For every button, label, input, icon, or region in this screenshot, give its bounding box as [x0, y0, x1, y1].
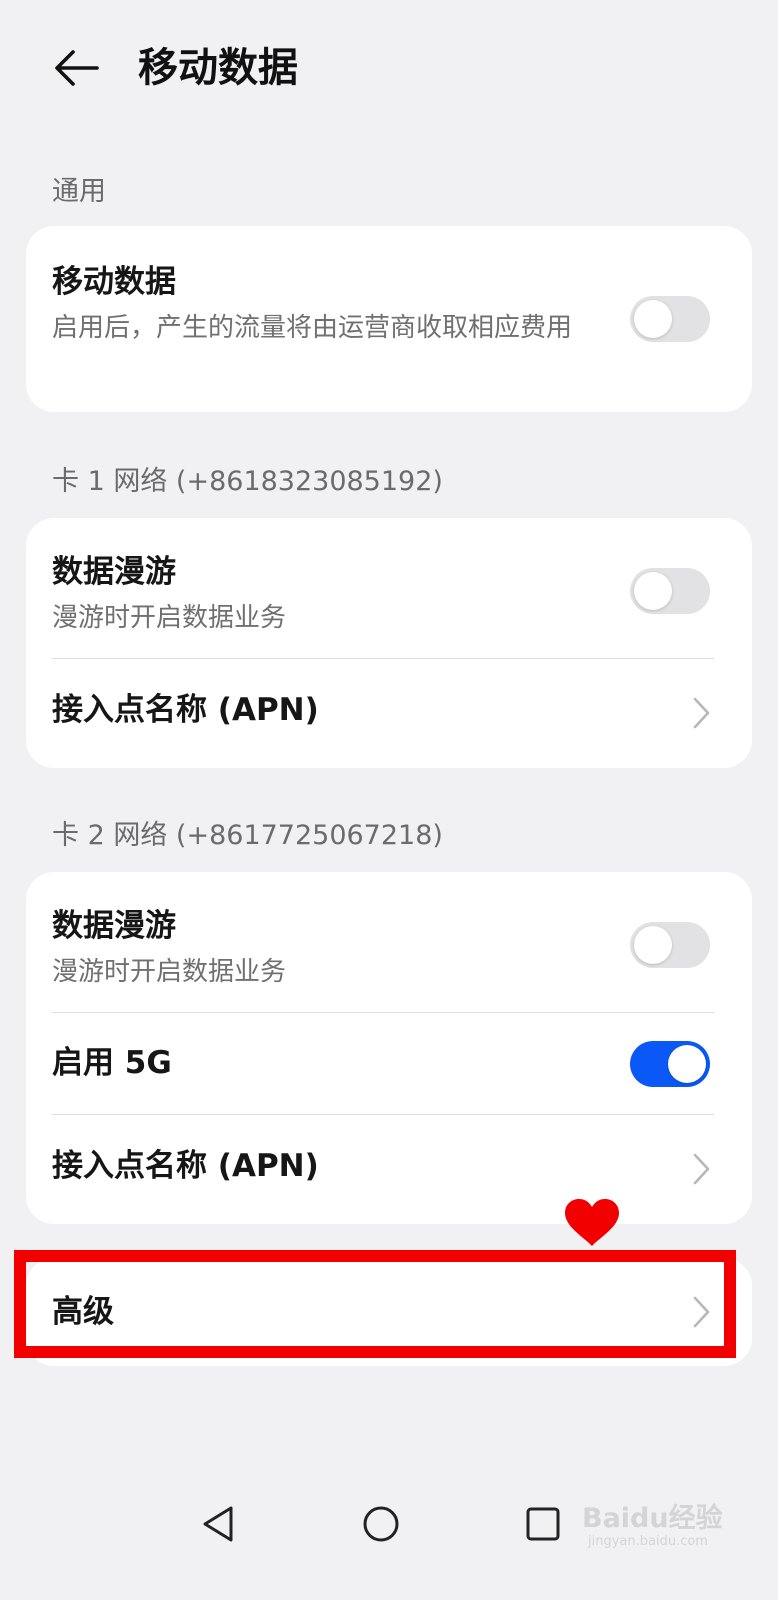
square-recents-icon: [526, 1507, 560, 1541]
toggle-knob: [634, 926, 672, 964]
baidu-watermark: Baidu经验 jingyan.baidu.com: [582, 1496, 742, 1560]
mobile-data-toggle[interactable]: [630, 296, 710, 342]
section-label-sim1: 卡 1 网络 (+8618323085192): [52, 466, 443, 497]
heart-icon: [565, 1199, 619, 1246]
sim2-data-roaming-row[interactable]: 数据漫游 漫游时开启数据业务: [26, 872, 752, 1012]
mobile-data-subtitle: 启用后，产生的流量将由运营商收取相应费用: [52, 313, 573, 343]
card-sim2: 数据漫游 漫游时开启数据业务 启用 5G 接入点名称 (APN): [26, 872, 752, 1224]
back-button[interactable]: [48, 40, 104, 96]
card-sim1: 数据漫游 漫游时开启数据业务 接入点名称 (APN): [26, 518, 752, 768]
nav-home-button[interactable]: [351, 1494, 411, 1554]
card-advanced: 高级: [26, 1258, 752, 1366]
enable-5g-row[interactable]: 启用 5G: [26, 1013, 752, 1114]
back-arrow-icon: [55, 50, 99, 86]
sim1-data-roaming-row[interactable]: 数据漫游 漫游时开启数据业务: [26, 518, 752, 658]
sim2-data-roaming-subtitle: 漫游时开启数据业务: [52, 957, 287, 987]
sim2-data-roaming-toggle[interactable]: [630, 922, 710, 968]
advanced-row[interactable]: 高级: [26, 1258, 752, 1366]
sim1-apn-title: 接入点名称 (APN): [52, 692, 319, 728]
sim1-apn-row[interactable]: 接入点名称 (APN): [26, 659, 752, 768]
section-label-general: 通用: [52, 176, 106, 207]
sim1-data-roaming-subtitle: 漫游时开启数据业务: [52, 603, 287, 633]
section-label-sim2: 卡 2 网络 (+8617725067218): [52, 820, 443, 851]
sim2-apn-title: 接入点名称 (APN): [52, 1148, 319, 1184]
chevron-right-icon: [693, 1296, 710, 1328]
toggle-knob: [634, 572, 672, 610]
enable-5g-toggle[interactable]: [630, 1041, 710, 1087]
enable-5g-title: 启用 5G: [52, 1045, 172, 1081]
nav-recents-button[interactable]: [513, 1494, 573, 1554]
app-header: 移动数据: [0, 0, 778, 140]
mobile-data-row[interactable]: 移动数据 启用后，产生的流量将由运营商收取相应费用: [26, 226, 752, 412]
page-title: 移动数据: [138, 45, 298, 91]
sim2-apn-row[interactable]: 接入点名称 (APN): [26, 1115, 752, 1224]
sim2-data-roaming-title: 数据漫游: [52, 908, 176, 944]
chevron-right-icon: [693, 1153, 710, 1185]
toggle-knob: [668, 1045, 706, 1083]
triangle-back-icon: [203, 1506, 233, 1542]
chevron-right-icon: [693, 697, 710, 729]
watermark-sub-text: jingyan.baidu.com: [588, 1534, 708, 1549]
nav-back-button[interactable]: [188, 1494, 248, 1554]
card-general: 移动数据 启用后，产生的流量将由运营商收取相应费用: [26, 226, 752, 412]
sim1-data-roaming-title: 数据漫游: [52, 554, 176, 590]
watermark-main-text: Baidu经验: [582, 1503, 723, 1534]
sim1-data-roaming-toggle[interactable]: [630, 568, 710, 614]
mobile-data-title: 移动数据: [52, 264, 176, 300]
toggle-knob: [634, 300, 672, 338]
advanced-title: 高级: [52, 1294, 114, 1330]
circle-home-icon: [363, 1506, 399, 1542]
